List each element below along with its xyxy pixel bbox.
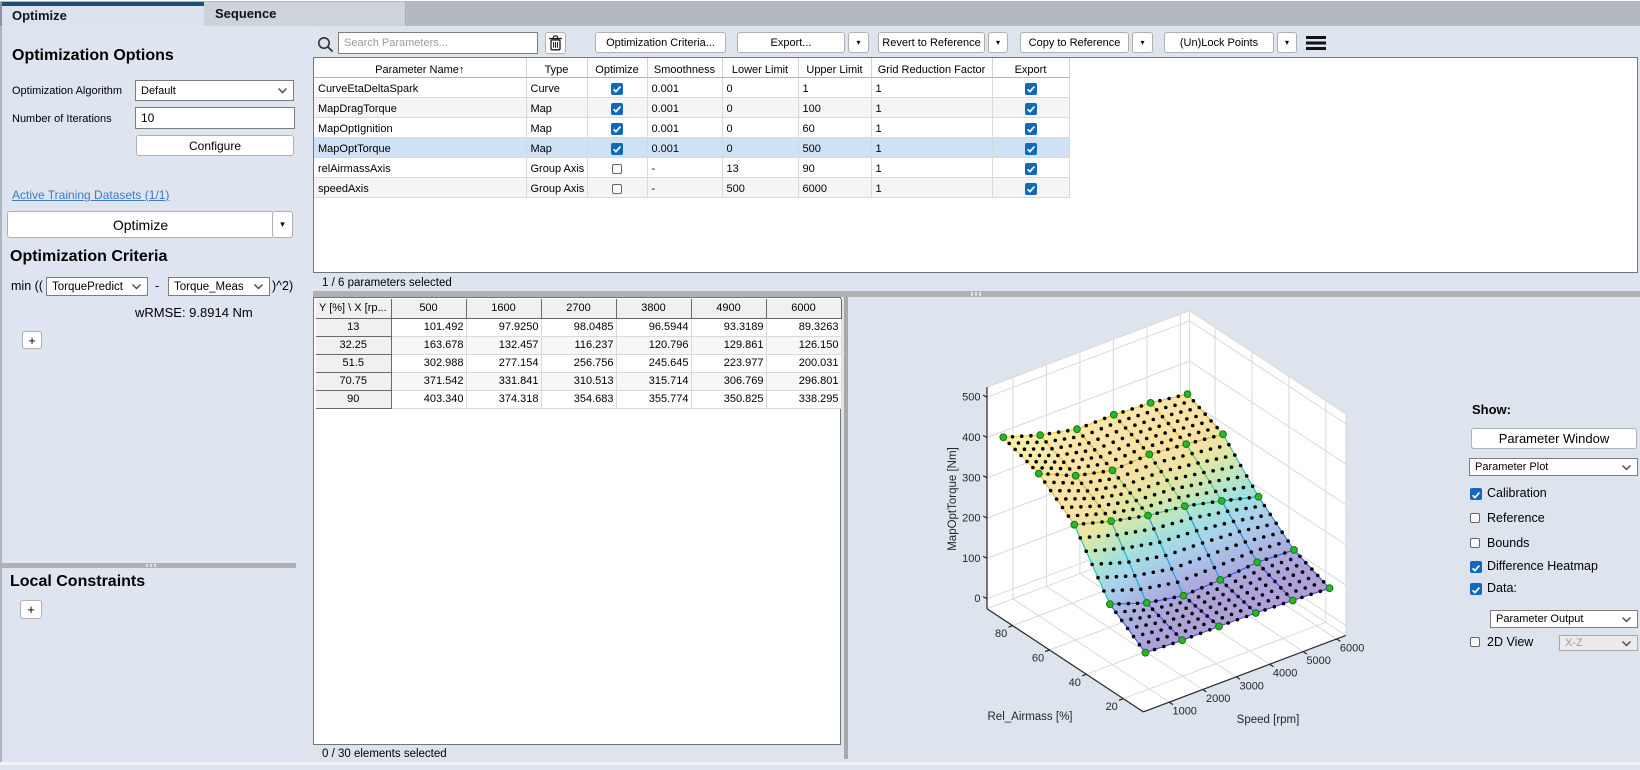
svg-text:4000: 4000 <box>1273 668 1297 680</box>
svg-text:20: 20 <box>1106 701 1118 713</box>
svg-text:500: 500 <box>962 392 980 404</box>
svg-text:2000: 2000 <box>1206 693 1230 705</box>
svg-text:80: 80 <box>995 628 1007 640</box>
svg-text:5000: 5000 <box>1306 655 1330 667</box>
svg-text:100: 100 <box>962 553 980 565</box>
svg-text:0: 0 <box>974 593 980 605</box>
svg-text:60: 60 <box>1032 653 1044 665</box>
svg-text:200: 200 <box>962 513 980 525</box>
svg-text:MapOptTorque [Nm]: MapOptTorque [Nm] <box>947 447 959 551</box>
svg-text:Speed [rpm]: Speed [rpm] <box>1237 714 1300 726</box>
svg-text:Rel_Airmass [%]: Rel_Airmass [%] <box>988 711 1073 723</box>
svg-text:300: 300 <box>962 472 980 484</box>
svg-text:400: 400 <box>962 432 980 444</box>
svg-text:6000: 6000 <box>1340 643 1364 655</box>
svg-text:3000: 3000 <box>1239 680 1263 692</box>
svg-text:40: 40 <box>1069 677 1081 689</box>
svg-text:1000: 1000 <box>1172 706 1196 718</box>
